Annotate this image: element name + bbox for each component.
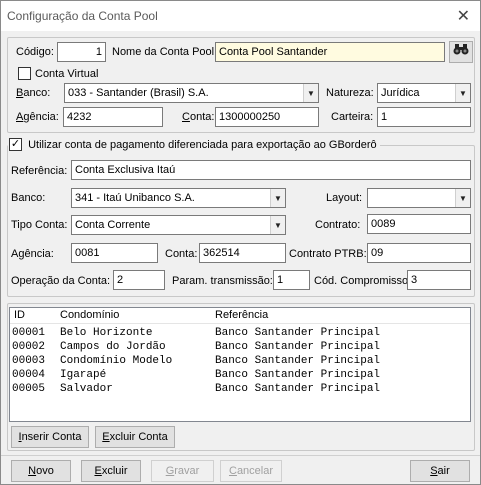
cell-id: 00005	[12, 383, 46, 395]
chevron-down-icon: ▼	[303, 84, 318, 102]
tipo-label: Tipo Conta:	[11, 219, 68, 231]
sair-button[interactable]: Sair	[410, 460, 470, 482]
agencia-input[interactable]: 4232	[63, 107, 163, 127]
close-icon[interactable]: ✕	[457, 6, 470, 26]
title-bar: Configuração da Conta Pool ✕	[1, 1, 480, 31]
layout-label: Layout:	[326, 192, 363, 204]
tipo-select-value: Conta Corrente	[75, 219, 151, 231]
pagamento-checkbox-label: Utilizar conta de pagamento diferenciada…	[28, 138, 377, 151]
cell-condominio: Campos do Jordão	[60, 341, 166, 353]
virtual-checkbox[interactable]	[18, 67, 31, 80]
cell-referencia: Banco Santander Principal	[215, 383, 381, 395]
compromisso-input[interactable]: 3	[407, 270, 471, 290]
cell-id: 00001	[12, 327, 46, 339]
search-button[interactable]	[449, 41, 473, 63]
cell-referencia: Banco Santander Principal	[215, 341, 381, 353]
contrato-label: Contrato:	[315, 219, 361, 231]
pagamento-checkbox[interactable]: ✓	[9, 138, 22, 151]
cancelar-button[interactable]: Cancelar	[220, 460, 282, 482]
param-input[interactable]: 1	[273, 270, 310, 290]
agencia-pag-label: Agência:	[11, 248, 54, 260]
chevron-down-icon: ▼	[455, 189, 470, 207]
novo-button[interactable]: Novo	[11, 460, 71, 482]
binoculars-icon	[453, 44, 469, 55]
column-header-referencia: Referência	[215, 309, 269, 321]
operacao-input[interactable]: 2	[113, 270, 165, 290]
layout-select[interactable]: ▼	[367, 188, 471, 208]
ptrb-label: Contrato PTRB:	[289, 248, 367, 260]
chevron-down-icon: ▼	[270, 216, 285, 234]
codigo-label: Código:	[16, 46, 54, 58]
inserir-conta-button[interactable]: Inserir Conta	[11, 426, 89, 448]
ptrb-input[interactable]: 09	[367, 243, 471, 263]
conta-pag-input[interactable]: 362514	[199, 243, 286, 263]
carteira-input[interactable]: 1	[377, 107, 471, 127]
chevron-down-icon: ▼	[270, 189, 285, 207]
banco-label: Banco:	[16, 87, 51, 99]
natureza-select-value: Jurídica	[381, 87, 420, 99]
cell-condominio: Igarapé	[60, 369, 107, 381]
column-header-id: ID	[14, 309, 25, 321]
window-title: Configuração da Conta Pool	[7, 9, 158, 23]
chevron-down-icon: ▼	[455, 84, 470, 102]
compromisso-label: Cód. Compromisso:	[314, 275, 412, 287]
natureza-select[interactable]: Jurídica ▼	[377, 83, 471, 103]
conta-input[interactable]: 1300000250	[215, 107, 319, 127]
operacao-label: Operação da Conta:	[11, 275, 111, 287]
table-row[interactable]: 00002 Campos do Jordão Banco Santander P…	[10, 340, 470, 354]
agencia-pag-input[interactable]: 0081	[71, 243, 158, 263]
table-row[interactable]: 00001 Belo Horizonte Banco Santander Pri…	[10, 326, 470, 340]
carteira-label: Carteira:	[331, 111, 374, 123]
cell-id: 00004	[12, 369, 46, 381]
cell-id: 00002	[12, 341, 46, 353]
cell-referencia: Banco Santander Principal	[215, 327, 381, 339]
table-row[interactable]: 00003 Condomínio Modelo Banco Santander …	[10, 354, 470, 368]
footer-divider	[1, 455, 480, 456]
table-row[interactable]: 00004 Igarapé Banco Santander Principal	[10, 368, 470, 382]
cell-condominio: Salvador	[60, 383, 113, 395]
cell-id: 00003	[12, 355, 46, 367]
banco-select[interactable]: 033 - Santander (Brasil) S.A. ▼	[64, 83, 319, 103]
cell-condominio: Condomínio Modelo	[60, 355, 173, 367]
banco-pag-label: Banco:	[11, 192, 46, 204]
referencia-label: Referência:	[11, 165, 68, 177]
table-header: ID Condomínio Referência	[10, 308, 470, 324]
cell-condominio: Belo Horizonte	[60, 327, 153, 339]
natureza-label: Natureza:	[326, 87, 374, 99]
pagamento-header: ✓ Utilizar conta de pagamento diferencia…	[8, 138, 380, 152]
banco-pag-select[interactable]: 341 - Itaú Unibanco S.A. ▼	[71, 188, 286, 208]
banco-pag-select-value: 341 - Itaú Unibanco S.A.	[75, 192, 195, 204]
condominios-table[interactable]: ID Condomínio Referência 00001 Belo Hori…	[9, 307, 471, 422]
agencia-label: Agência:	[16, 111, 59, 123]
excluir-conta-button[interactable]: Excluir Conta	[95, 426, 175, 448]
gravar-button[interactable]: Gravar	[151, 460, 214, 482]
cell-referencia: Banco Santander Principal	[215, 369, 381, 381]
conta-pag-label: Conta:	[165, 248, 198, 260]
column-header-condominio: Condomínio	[60, 309, 120, 321]
virtual-label: Conta Virtual	[35, 68, 99, 80]
conta-label: Conta:	[182, 111, 215, 123]
nome-input[interactable]: Conta Pool Santander	[215, 42, 445, 62]
nome-label: Nome da Conta Pool:	[112, 46, 218, 58]
param-label: Param. transmissão:	[172, 275, 273, 287]
referencia-input[interactable]: Conta Exclusiva Itaú	[71, 160, 471, 180]
contrato-input[interactable]: 0089	[367, 214, 471, 234]
banco-select-value: 033 - Santander (Brasil) S.A.	[68, 87, 209, 99]
cell-referencia: Banco Santander Principal	[215, 355, 381, 367]
excluir-button[interactable]: Excluir	[81, 460, 141, 482]
dialog-window: Configuração da Conta Pool ✕ Código: 1 N…	[0, 0, 481, 485]
tipo-select[interactable]: Conta Corrente ▼	[71, 215, 286, 235]
table-row[interactable]: 00005 Salvador Banco Santander Principal	[10, 382, 470, 396]
codigo-input[interactable]: 1	[57, 42, 106, 62]
